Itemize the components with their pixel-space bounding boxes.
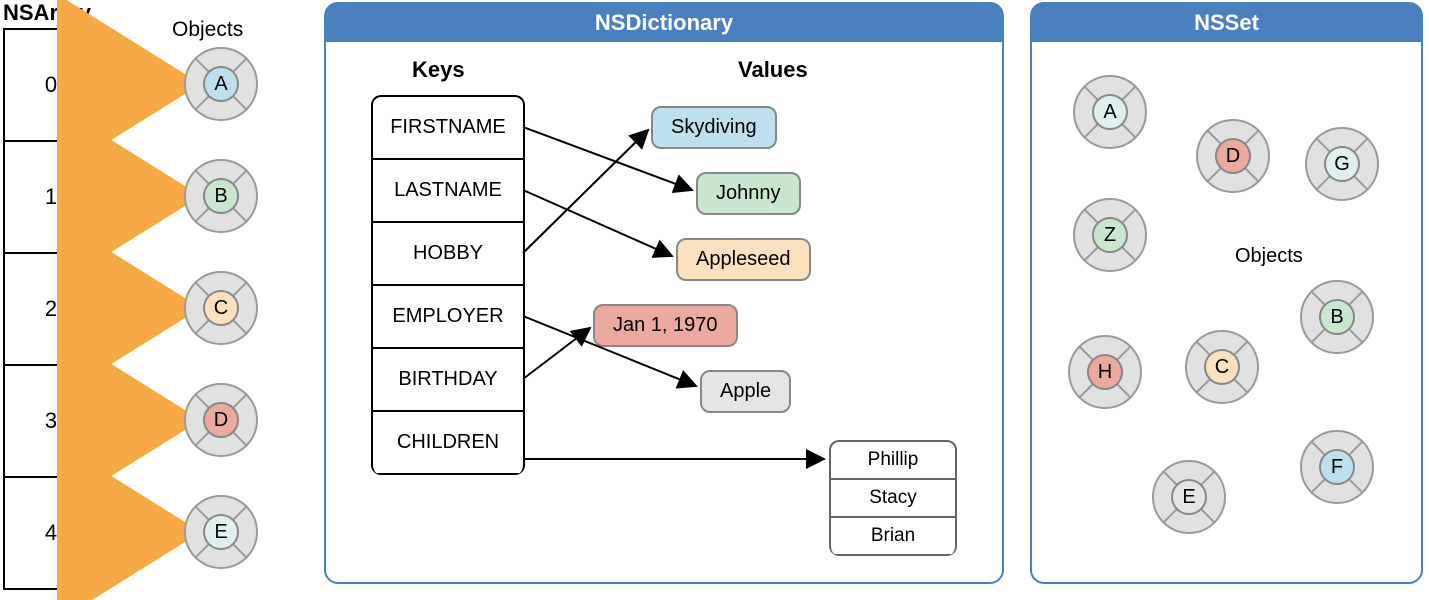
nsarray-index-cell: 0 [5, 30, 97, 142]
nsdictionary-title: NSDictionary [326, 4, 1002, 42]
nsset-object-letter: B [1319, 299, 1355, 335]
nsset-object-node: F [1300, 430, 1374, 504]
value-pill-apple: Apple [700, 370, 791, 413]
nsarray-index-cell: 1 [5, 142, 97, 254]
nsarray-object-node: C [184, 271, 258, 345]
value-pill-jan: Jan 1, 1970 [593, 304, 738, 347]
nsset-object-node: B [1300, 280, 1374, 354]
keys-table: FIRSTNAME LASTNAME HOBBY EMPLOYER BIRTHD… [371, 95, 525, 475]
nsset-object-node: G [1305, 127, 1379, 201]
nsarray-object-node: D [184, 383, 258, 457]
nsarray-object-letter: D [203, 402, 239, 438]
value-pill-appleseed: Appleseed [676, 238, 811, 281]
values-label: Values [738, 57, 808, 83]
keys-label: Keys [412, 57, 465, 83]
nsset-object-node: C [1185, 330, 1259, 404]
nsarray-index-cell: 2 [5, 254, 97, 366]
nsset-object-node: D [1196, 119, 1270, 193]
nsarray-object-letter: E [203, 514, 239, 550]
nsset-object-letter: F [1319, 449, 1355, 485]
nsarray-object-node: E [184, 495, 258, 569]
value-pill-johnny: Johnny [696, 172, 801, 215]
nsset-object-node: A [1073, 75, 1147, 149]
nsarray-object-letter: B [203, 178, 239, 214]
key-cell: LASTNAME [373, 160, 523, 223]
nsset-object-letter: A [1092, 94, 1128, 130]
nsset-object-letter: D [1215, 138, 1251, 174]
nsarray-object-letter: C [203, 290, 239, 326]
nsarray-objects-label: Objects [172, 18, 243, 42]
key-cell: FIRSTNAME [373, 97, 523, 160]
key-cell: BIRTHDAY [373, 349, 523, 412]
nsarray-index-cell: 3 [5, 366, 97, 478]
nsset-title: NSSet [1032, 4, 1421, 42]
child-cell: Phillip [831, 442, 955, 480]
child-cell: Brian [831, 518, 955, 556]
value-pill-skydiving: Skydiving [651, 106, 777, 149]
nsset-object-letter: G [1324, 146, 1360, 182]
nsset-objects-label: Objects [1235, 245, 1303, 268]
nsarray-title: NSArray [3, 0, 91, 26]
children-table: Phillip Stacy Brian [829, 440, 957, 556]
nsset-object-node: E [1152, 460, 1226, 534]
nsarray-object-letter: A [203, 66, 239, 102]
nsarray-object-node: B [184, 159, 258, 233]
nsarray-index-table: 0 1 2 3 4 [3, 28, 99, 590]
nsarray-object-node: A [184, 47, 258, 121]
nsarray-index-cell: 4 [5, 478, 97, 590]
key-cell: CHILDREN [373, 412, 523, 475]
nsset-object-letter: H [1087, 354, 1123, 390]
nsset-object-letter: C [1204, 349, 1240, 385]
key-cell: EMPLOYER [373, 286, 523, 349]
nsset-object-node: Z [1073, 198, 1147, 272]
key-cell: HOBBY [373, 223, 523, 286]
child-cell: Stacy [831, 480, 955, 518]
nsset-object-letter: Z [1092, 217, 1128, 253]
nsset-object-node: H [1068, 335, 1142, 409]
nsset-object-letter: E [1171, 479, 1207, 515]
